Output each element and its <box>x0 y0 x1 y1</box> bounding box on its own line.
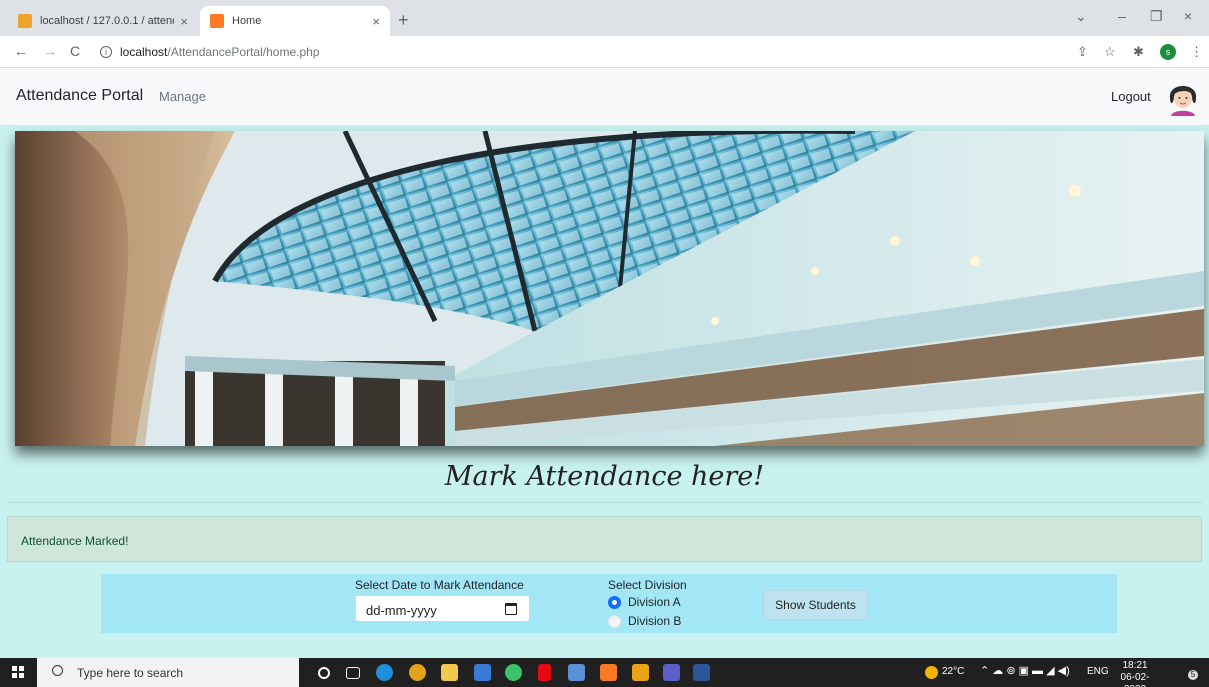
url-host: localhost <box>120 45 168 59</box>
alert-message: Attendance Marked! <box>21 534 129 548</box>
minimize-button[interactable]: – <box>1118 8 1126 24</box>
windows-taskbar: Type here to search 22°C ⌃ ☁ ⊚ ▣ ▬ ◢ ◀) … <box>0 658 1209 687</box>
date-placeholder: dd-mm-yyyy <box>366 603 437 618</box>
info-icon[interactable]: i <box>100 46 112 58</box>
tab-home[interactable]: Home × <box>200 6 390 36</box>
new-tab-button[interactable]: + <box>398 10 409 31</box>
clock-date: 06-02-2022 <box>1120 672 1150 687</box>
hero-image <box>15 131 1204 446</box>
taskbar-clock[interactable]: 18:21 06-02-2022 <box>1111 660 1159 687</box>
file-explorer-icon[interactable] <box>441 664 458 681</box>
url-path: /AttendancePortal/home.php <box>167 45 320 59</box>
xampp-taskbar-icon[interactable] <box>600 664 617 681</box>
bookmark-star-icon[interactable]: ☆ <box>1104 44 1116 60</box>
nav-manage-link[interactable]: Manage <box>159 89 206 104</box>
address-bar[interactable]: i localhost/AttendancePortal/home.php <box>100 45 319 59</box>
radio-division-a[interactable]: Division A <box>608 595 681 609</box>
page-content: Attendance Portal Manage Logout Mark Att… <box>0 68 1209 658</box>
radio-division-b[interactable]: Division B <box>608 614 681 628</box>
tab-close-icon[interactable]: × <box>180 14 188 29</box>
brand-link[interactable]: Attendance Portal <box>16 87 143 105</box>
tray-icons[interactable]: ⌃ ☁ ⊚ ▣ ▬ ◢ ◀) <box>980 664 1070 677</box>
xampp-icon <box>210 14 224 28</box>
tab-phpmyadmin[interactable]: localhost / 127.0.0.1 / attendance × <box>8 6 198 36</box>
reload-button[interactable]: C <box>70 43 80 59</box>
forward-button[interactable]: → <box>43 43 57 59</box>
tab-search-icon[interactable]: ⌄ <box>1075 8 1087 25</box>
weather-temp[interactable]: 22°C <box>942 666 964 677</box>
profile-avatar[interactable]: s <box>1160 44 1176 60</box>
success-alert: Attendance Marked! <box>7 516 1202 562</box>
calendar-icon[interactable] <box>505 603 517 615</box>
page-headline: Mark Attendance here! <box>444 461 765 492</box>
search-icon <box>52 665 63 676</box>
whatsapp-icon[interactable] <box>505 664 522 681</box>
teams-icon[interactable] <box>663 664 680 681</box>
mail-icon[interactable] <box>474 664 491 681</box>
division-label: Select Division <box>608 578 687 592</box>
attendance-form: Select Date to Mark Attendance dd-mm-yyy… <box>101 574 1117 633</box>
cortana-icon[interactable] <box>318 667 330 679</box>
radio-label: Division A <box>628 595 681 609</box>
divider <box>7 502 1202 503</box>
date-input[interactable]: dd-mm-yyyy <box>355 595 530 622</box>
share-icon[interactable]: ⇪ <box>1077 44 1088 60</box>
language-indicator[interactable]: ENG <box>1087 666 1109 677</box>
radio-label: Division B <box>628 614 682 628</box>
task-view-icon[interactable] <box>346 667 360 679</box>
netflix-icon[interactable] <box>538 664 551 681</box>
chrome-icon[interactable] <box>409 664 426 681</box>
navbar: Attendance Portal Manage Logout <box>0 68 1209 125</box>
calculator-icon[interactable] <box>568 664 585 681</box>
taskbar-search[interactable]: Type here to search <box>37 658 299 687</box>
windows-start-icon[interactable] <box>12 666 24 678</box>
date-label: Select Date to Mark Attendance <box>355 578 524 592</box>
tab-label: Home <box>232 15 262 27</box>
menu-icon[interactable]: ⋮ <box>1190 44 1203 60</box>
user-avatar-icon[interactable] <box>1166 76 1200 116</box>
notification-count: 5 <box>1188 670 1198 680</box>
extensions-icon[interactable]: ✱ <box>1133 44 1144 60</box>
tab-label: localhost / 127.0.0.1 / attendance <box>40 15 174 27</box>
radio-unselected-icon[interactable] <box>608 614 621 628</box>
notification-icon[interactable]: 5 <box>1180 663 1198 681</box>
show-students-button[interactable]: Show Students <box>763 590 868 620</box>
edge-icon[interactable] <box>376 664 393 681</box>
tab-close-icon[interactable]: × <box>372 14 380 29</box>
logout-link[interactable]: Logout <box>1111 89 1151 104</box>
browser-tabstrip: localhost / 127.0.0.1 / attendance × Hom… <box>0 0 1209 36</box>
sublime-icon[interactable] <box>632 664 649 681</box>
search-placeholder: Type here to search <box>77 666 184 680</box>
phpmyadmin-icon <box>18 14 32 28</box>
clock-time: 18:21 <box>1122 660 1148 671</box>
maximize-button[interactable]: ❐ <box>1150 8 1163 25</box>
back-button[interactable]: ← <box>14 43 28 59</box>
close-window-button[interactable]: × <box>1184 8 1192 24</box>
word-icon[interactable] <box>693 664 710 681</box>
browser-toolbar: ← → C i localhost/AttendancePortal/home.… <box>0 36 1209 68</box>
weather-icon[interactable] <box>925 666 938 679</box>
radio-selected-icon[interactable] <box>608 595 621 609</box>
